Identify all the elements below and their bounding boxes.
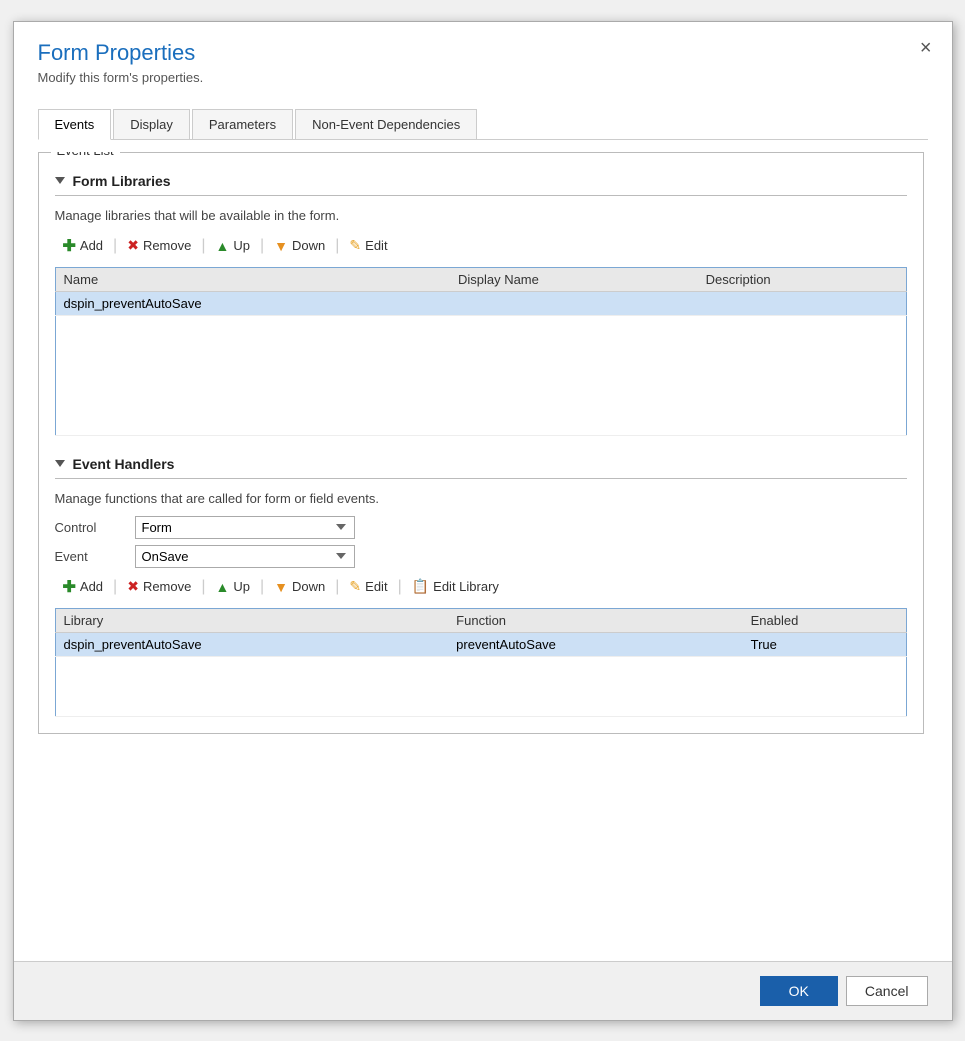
event-select[interactable]: OnSave bbox=[135, 545, 355, 568]
event-handlers-description: Manage functions that are called for for… bbox=[55, 491, 907, 506]
form-libraries-description: Manage libraries that will be available … bbox=[55, 208, 907, 223]
dialog-header: Form Properties Modify this form's prope… bbox=[14, 22, 952, 93]
event-handlers-remove-label: Remove bbox=[143, 579, 191, 594]
sep9: | bbox=[398, 578, 402, 596]
form-libraries-header: Form Libraries bbox=[55, 173, 907, 189]
event-handlers-divider bbox=[55, 478, 907, 479]
event-handlers-add-button[interactable]: ✚ Add bbox=[55, 574, 112, 600]
form-libraries-add-button[interactable]: ✚ Add bbox=[55, 233, 112, 259]
down-icon-2: ▼ bbox=[274, 579, 288, 595]
form-libraries-table: Name Display Name Description dspin_prev… bbox=[55, 267, 907, 436]
add-icon: ✚ bbox=[63, 236, 76, 256]
lib-name-cell: dspin_preventAutoSave bbox=[55, 291, 450, 315]
form-libraries-up-button[interactable]: ▲ Up bbox=[208, 235, 258, 257]
col-library: Library bbox=[55, 608, 448, 632]
col-display-name: Display Name bbox=[450, 267, 698, 291]
sep5: | bbox=[113, 578, 117, 596]
dialog-subtitle: Modify this form's properties. bbox=[38, 70, 928, 85]
event-handlers-remove-button[interactable]: ✖ Remove bbox=[119, 575, 199, 598]
sep4: | bbox=[335, 237, 339, 255]
event-handlers-up-label: Up bbox=[233, 579, 250, 594]
event-handlers-up-button[interactable]: ▲ Up bbox=[208, 576, 258, 598]
event-handlers-down-button[interactable]: ▼ Down bbox=[266, 576, 333, 598]
control-select[interactable]: Form bbox=[135, 516, 355, 539]
event-handlers-edit-button[interactable]: ✎ Edit bbox=[341, 575, 395, 598]
col-function: Function bbox=[448, 608, 742, 632]
form-properties-dialog: Form Properties Modify this form's prope… bbox=[13, 21, 953, 1021]
sep8: | bbox=[335, 578, 339, 596]
down-icon: ▼ bbox=[274, 238, 288, 254]
event-handlers-table: Library Function Enabled dspin_preventAu… bbox=[55, 608, 907, 717]
event-handlers-edit-label: Edit bbox=[365, 579, 387, 594]
up-icon-2: ▲ bbox=[216, 579, 230, 595]
lib-description-cell bbox=[698, 291, 906, 315]
control-row: Control Form bbox=[55, 516, 907, 539]
form-libraries-edit-label: Edit bbox=[365, 238, 387, 253]
event-handlers-toolbar: ✚ Add | ✖ Remove | ▲ Up | bbox=[55, 574, 907, 600]
event-row: Event OnSave bbox=[55, 545, 907, 568]
edit-library-icon: 📋 bbox=[412, 578, 429, 595]
form-libraries-edit-button[interactable]: ✎ Edit bbox=[341, 234, 395, 257]
tabs-bar: Events Display Parameters Non-Event Depe… bbox=[38, 109, 928, 140]
control-label: Control bbox=[55, 520, 135, 535]
handler-empty-row bbox=[55, 656, 906, 716]
lib-display-name-cell bbox=[450, 291, 698, 315]
tab-non-event-dependencies[interactable]: Non-Event Dependencies bbox=[295, 109, 477, 139]
dialog-body: Event List Form Libraries Manage librari… bbox=[14, 140, 952, 961]
col-description: Description bbox=[698, 267, 906, 291]
event-handlers-header: Event Handlers bbox=[55, 456, 907, 472]
dialog-title: Form Properties bbox=[38, 40, 928, 66]
cancel-button[interactable]: Cancel bbox=[846, 976, 928, 1006]
ok-button[interactable]: OK bbox=[760, 976, 838, 1006]
sep3: | bbox=[260, 237, 264, 255]
form-libraries-up-label: Up bbox=[233, 238, 250, 253]
form-libraries-remove-button[interactable]: ✖ Remove bbox=[119, 234, 199, 257]
table-empty-row bbox=[55, 315, 906, 435]
remove-icon: ✖ bbox=[127, 237, 139, 254]
sep7: | bbox=[260, 578, 264, 596]
sep2: | bbox=[201, 237, 205, 255]
col-name: Name bbox=[55, 267, 450, 291]
event-handlers-down-label: Down bbox=[292, 579, 325, 594]
close-button[interactable]: × bbox=[920, 38, 932, 58]
up-icon: ▲ bbox=[216, 238, 230, 254]
event-handlers-section: Event Handlers Manage functions that are… bbox=[55, 456, 907, 717]
form-libraries-down-button[interactable]: ▼ Down bbox=[266, 235, 333, 257]
sep6: | bbox=[201, 578, 205, 596]
table-row[interactable]: dspin_preventAutoSave preventAutoSave Tr… bbox=[55, 632, 906, 656]
table-row[interactable]: dspin_preventAutoSave bbox=[55, 291, 906, 315]
form-libraries-title: Form Libraries bbox=[73, 173, 171, 189]
tab-events[interactable]: Events bbox=[38, 109, 112, 140]
handler-library-cell: dspin_preventAutoSave bbox=[55, 632, 448, 656]
event-handlers-add-label: Add bbox=[80, 579, 103, 594]
tab-parameters[interactable]: Parameters bbox=[192, 109, 293, 139]
remove-icon-2: ✖ bbox=[127, 578, 139, 595]
sep1: | bbox=[113, 237, 117, 255]
form-libraries-add-label: Add bbox=[80, 238, 103, 253]
form-libraries-toolbar: ✚ Add | ✖ Remove | ▲ Up | ▼ bbox=[55, 233, 907, 259]
col-enabled: Enabled bbox=[743, 608, 906, 632]
event-handlers-edit-library-button[interactable]: 📋 Edit Library bbox=[404, 575, 507, 598]
form-libraries-collapse-icon[interactable] bbox=[55, 177, 65, 184]
handler-enabled-cell: True bbox=[743, 632, 906, 656]
form-libraries-down-label: Down bbox=[292, 238, 325, 253]
event-label: Event bbox=[55, 549, 135, 564]
edit-icon: ✎ bbox=[349, 237, 361, 254]
form-libraries-remove-label: Remove bbox=[143, 238, 191, 253]
tab-display[interactable]: Display bbox=[113, 109, 190, 139]
event-list-box: Event List Form Libraries Manage librari… bbox=[38, 152, 924, 734]
edit-icon-2: ✎ bbox=[349, 578, 361, 595]
scroll-area[interactable]: Event List Form Libraries Manage librari… bbox=[38, 152, 928, 961]
event-handlers-edit-library-label: Edit Library bbox=[433, 579, 499, 594]
add-icon-2: ✚ bbox=[63, 577, 76, 597]
form-libraries-divider bbox=[55, 195, 907, 196]
dialog-footer: OK Cancel bbox=[14, 961, 952, 1020]
event-handlers-collapse-icon[interactable] bbox=[55, 460, 65, 467]
event-list-legend: Event List bbox=[51, 152, 120, 158]
handler-function-cell: preventAutoSave bbox=[448, 632, 742, 656]
event-handlers-title: Event Handlers bbox=[73, 456, 175, 472]
